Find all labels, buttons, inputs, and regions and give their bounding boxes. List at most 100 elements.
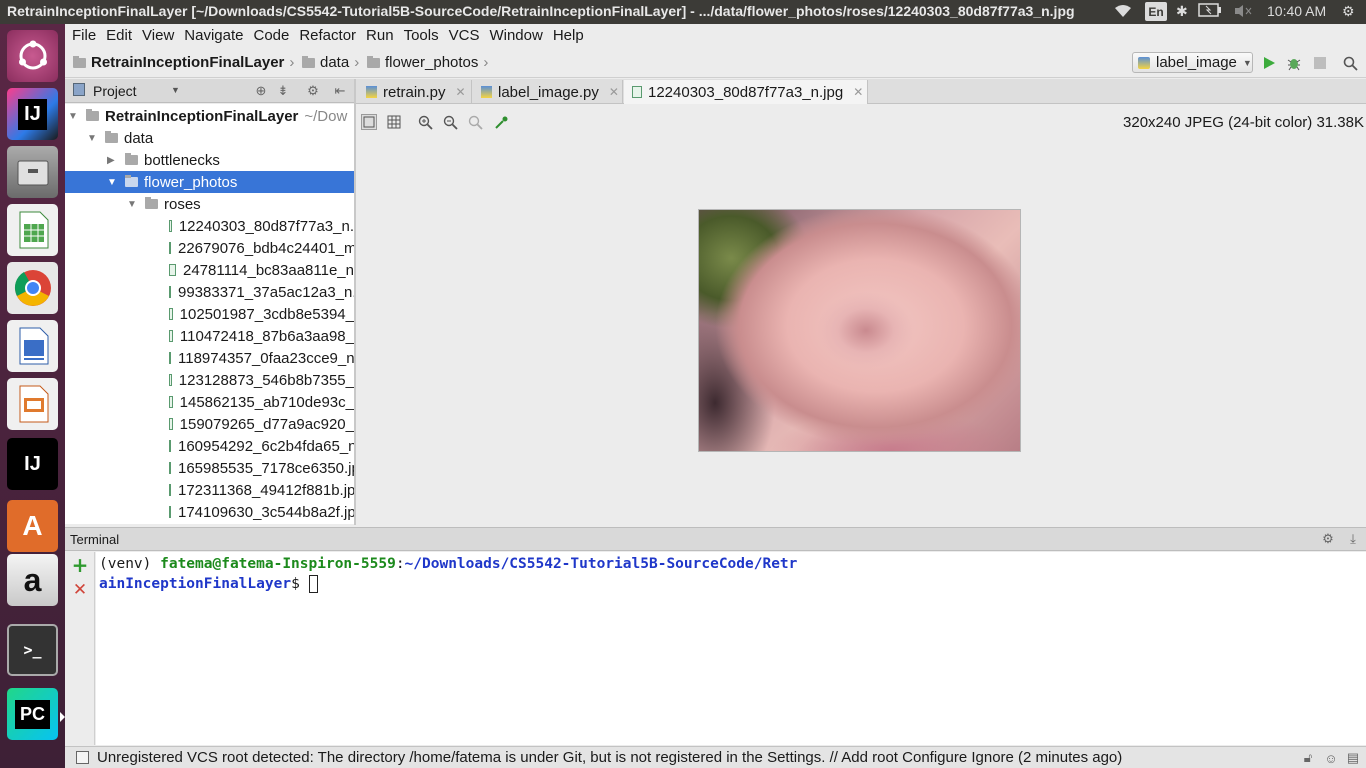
software-center-icon[interactable]: A [7, 500, 58, 552]
files-icon[interactable] [7, 146, 58, 198]
tool-windows-icon[interactable] [76, 751, 89, 764]
tree-file[interactable]: 123128873_546b8b7355_ [65, 369, 354, 391]
volume-icon[interactable] [1233, 3, 1253, 22]
new-session-icon[interactable]: + [72, 553, 89, 577]
tree-file[interactable]: 24781114_bc83aa811e_n [65, 259, 354, 281]
libreoffice-writer-icon[interactable] [7, 320, 58, 372]
hide-panel-icon[interactable]: ⤓ [1345, 531, 1361, 547]
libreoffice-calc-icon[interactable] [7, 204, 58, 256]
battery-icon[interactable] [1198, 3, 1222, 20]
menu-vcs[interactable]: VCS [449, 27, 480, 44]
zoom-out-icon[interactable] [442, 114, 458, 130]
tree-file[interactable]: 172311368_49412f881b.jp [65, 479, 354, 501]
breadcrumb-project[interactable]: RetrainInceptionFinalLayer › [73, 54, 294, 71]
tree-file[interactable]: 12240303_80d87f77a3_n. [65, 215, 354, 237]
run-configuration-select[interactable]: label_image ▼ [1132, 52, 1253, 73]
python-icon [1138, 56, 1150, 69]
tree-file[interactable]: 102501987_3cdb8e5394_ [65, 303, 354, 325]
clock[interactable]: 10:40 AM [1267, 3, 1326, 19]
search-everywhere-icon[interactable] [1342, 55, 1358, 71]
menu-file[interactable]: File [72, 27, 96, 44]
terminal-icon[interactable]: >_ [7, 624, 58, 676]
pycharm-icon[interactable]: PC [7, 688, 58, 740]
tree-file[interactable]: 174109630_3c544b8a2f.jp [65, 501, 354, 523]
collapse-all-icon[interactable]: ⇟ [275, 83, 291, 99]
tab-label-image-py[interactable]: label_image.py ✕ [473, 80, 623, 104]
expand-arrow-icon[interactable]: ▼ [68, 111, 82, 122]
keyboard-layout-indicator[interactable]: En [1145, 2, 1167, 21]
menu-help[interactable]: Help [553, 27, 584, 44]
tree-file[interactable]: 160954292_6c2b4fda65_n [65, 435, 354, 457]
terminal-output[interactable]: (venv) fatema@fatema-Inspiron-5559:~/Dow… [96, 552, 1366, 745]
menu-run[interactable]: Run [366, 27, 394, 44]
tree-item-bottlenecks[interactable]: ▶ bottlenecks [65, 149, 354, 171]
inspector-icon[interactable]: ☺︎ [1323, 750, 1339, 766]
event-log-icon[interactable]: ▤ [1345, 750, 1361, 766]
amazon-icon[interactable]: a [7, 554, 58, 606]
wifi-icon[interactable] [1113, 3, 1133, 22]
tab-retrain-py[interactable]: retrain.py ✕ [358, 80, 472, 104]
menu-code[interactable]: Code [253, 27, 289, 44]
menu-tools[interactable]: Tools [404, 27, 439, 44]
power-gear-icon[interactable]: ⚙ [1342, 3, 1355, 20]
intellij-idea-2-icon[interactable]: IJ [7, 438, 58, 490]
actual-size-icon[interactable] [467, 114, 483, 130]
image-file-icon [169, 440, 171, 452]
close-icon[interactable]: ✕ [456, 85, 466, 99]
menu-refactor[interactable]: Refactor [299, 27, 356, 44]
gear-icon[interactable]: ⚙ [1320, 531, 1336, 547]
close-icon[interactable]: ✕ [609, 85, 619, 99]
tree-file[interactable]: 99383371_37a5ac12a3_n. [65, 281, 354, 303]
breadcrumb-data[interactable]: data › [302, 54, 359, 71]
editor-tab-bar: retrain.py ✕ label_image.py ✕ 12240303_8… [356, 79, 1366, 104]
collapse-arrow-icon[interactable]: ▶ [107, 155, 121, 166]
run-button[interactable] [1261, 55, 1277, 71]
color-picker-icon[interactable] [493, 114, 509, 130]
tree-file[interactable]: 118974357_0faa23cce9_n [65, 347, 354, 369]
hide-panel-icon[interactable]: ⇤ [332, 83, 348, 99]
tree-file[interactable]: 22679076_bdb4c24401_m [65, 237, 354, 259]
expand-arrow-icon[interactable]: ▼ [107, 177, 121, 188]
folder-icon [302, 55, 315, 68]
tree-file[interactable]: 165985535_7178ce6350.jp [65, 457, 354, 479]
tree-item-data[interactable]: ▼ data [65, 127, 354, 149]
window-title: RetrainInceptionFinalLayer [~/Downloads/… [7, 3, 1075, 19]
expand-arrow-icon[interactable]: ▼ [87, 133, 101, 144]
image-file-icon [169, 220, 172, 232]
tree-file[interactable]: 159079265_d77a9ac920_ [65, 413, 354, 435]
image-file-icon [169, 374, 172, 386]
tab-image-jpg[interactable]: 12240303_80d87f77a3_n.jpg ✕ [624, 80, 868, 104]
status-message[interactable]: Unregistered VCS root detected: The dire… [97, 749, 1122, 766]
chevron-down-icon[interactable]: ▼ [171, 85, 180, 95]
menu-window[interactable]: Window [489, 27, 542, 44]
project-view-selector[interactable]: Project [93, 83, 137, 99]
lock-icon[interactable]: 🔓︎ [1300, 750, 1316, 766]
stop-button[interactable] [1312, 55, 1328, 71]
gear-icon[interactable]: ⚙ [305, 83, 321, 99]
menu-navigate[interactable]: Navigate [184, 27, 243, 44]
intellij-idea-icon[interactable]: IJ [7, 88, 58, 140]
menu-edit[interactable]: Edit [106, 27, 132, 44]
expand-arrow-icon[interactable]: ▼ [127, 199, 141, 210]
tree-file[interactable]: 110472418_87b6a3aa98_ [65, 325, 354, 347]
menu-view[interactable]: View [142, 27, 174, 44]
close-session-icon[interactable]: ✕ [72, 580, 88, 600]
grid-toggle-icon[interactable] [386, 114, 402, 130]
bluetooth-icon[interactable]: ✱ [1176, 3, 1188, 20]
libreoffice-impress-icon[interactable] [7, 378, 58, 430]
tree-file[interactable]: 145862135_ab710de93c_ [65, 391, 354, 413]
debug-button[interactable] [1286, 55, 1302, 71]
tree-item-flower-photos[interactable]: ▼ flower_photos [65, 171, 354, 193]
chrome-icon[interactable] [7, 262, 58, 314]
locate-target-icon[interactable]: ⊕ [253, 83, 269, 99]
image-canvas [356, 138, 1366, 525]
background-toggle-icon[interactable] [361, 114, 377, 130]
close-icon[interactable]: ✕ [853, 85, 863, 99]
tree-item-roses[interactable]: ▼ roses [65, 193, 354, 215]
terminal-line: ainInceptionFinalLayer$ [99, 574, 1363, 594]
breadcrumb-flower-photos[interactable]: flower_photos › [367, 54, 488, 71]
tree-item-root[interactable]: ▼ RetrainInceptionFinalLayer ~/Dow [65, 105, 354, 127]
zoom-in-icon[interactable] [417, 114, 433, 130]
chevron-right-icon: › [354, 54, 360, 71]
ubuntu-dash-icon[interactable] [7, 30, 58, 82]
